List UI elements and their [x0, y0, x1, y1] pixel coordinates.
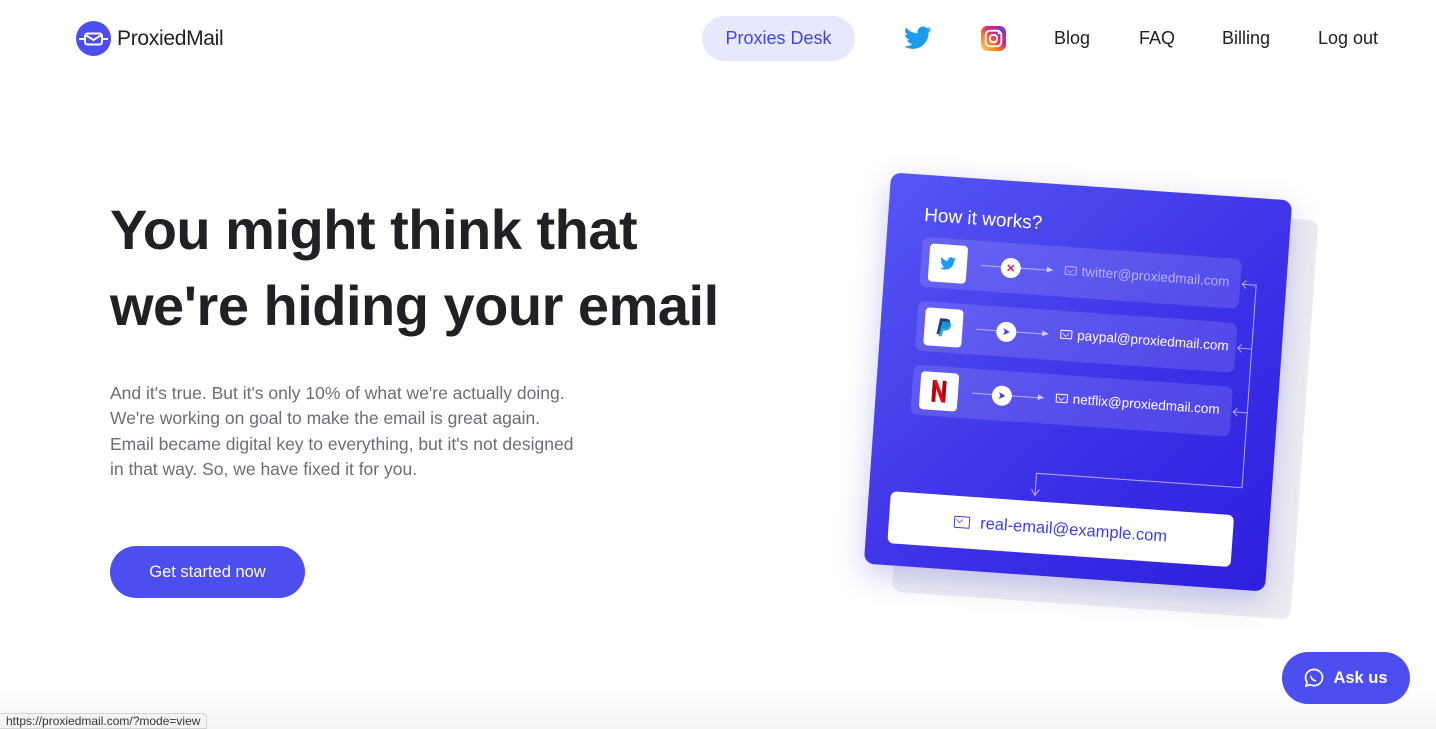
nav-blog[interactable]: Blog: [1054, 28, 1090, 49]
bottom-fade: [0, 690, 1436, 729]
nav-desk-wrap: Proxies Desk: [702, 16, 855, 61]
ask-us-chat-button[interactable]: Ask us: [1282, 652, 1410, 704]
how-it-works-card: How it works? twitter@proxiedmail.com pa…: [863, 172, 1293, 592]
ask-us-label: Ask us: [1333, 668, 1388, 687]
nav-faq[interactable]: FAQ: [1139, 28, 1175, 49]
brand-name: ProxiedMail: [117, 26, 224, 50]
hero-body-line2: Email became digital key to everything, …: [110, 433, 574, 479]
proxies-desk-button[interactable]: Proxies Desk: [702, 16, 855, 61]
envelope-logo-icon: [76, 21, 111, 56]
hero-title-line1: You might think that: [110, 198, 638, 261]
brand-logo[interactable]: ProxiedMail: [76, 21, 224, 56]
real-email-text: real-email@example.com: [979, 514, 1168, 546]
nav-logout[interactable]: Log out: [1318, 28, 1378, 49]
twitter-icon[interactable]: [904, 26, 932, 55]
hero-description: And it's true. But it's only 10% of what…: [110, 381, 580, 482]
link-preview-status-bar: https://proxiedmail.com/?mode=view: [0, 713, 208, 729]
chat-bubble-icon: [1305, 668, 1324, 688]
nav-billing[interactable]: Billing: [1222, 28, 1270, 49]
get-started-button[interactable]: Get started now: [110, 546, 305, 598]
envelope-icon: [953, 515, 971, 529]
instagram-icon[interactable]: [981, 26, 1006, 56]
hero-title: You might think that we're hiding your e…: [110, 192, 750, 344]
hero-title-line2: we're hiding your email: [110, 274, 719, 337]
hero-body-line1: And it's true. But it's only 10% of what…: [110, 383, 565, 429]
